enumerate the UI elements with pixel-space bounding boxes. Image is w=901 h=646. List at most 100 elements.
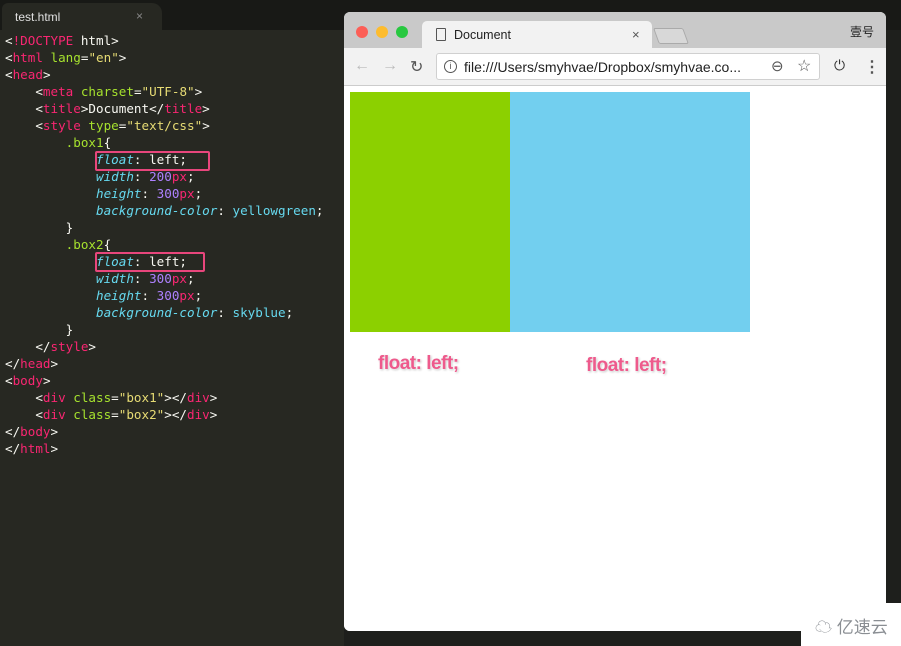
- code-token: !DOCTYPE: [12, 33, 74, 48]
- box2: [510, 92, 750, 332]
- code-token: >: [50, 356, 59, 371]
- code-line: <head>: [5, 66, 324, 83]
- code-line: <div class="box2"></div>: [5, 406, 324, 423]
- power-icon[interactable]: ⏻: [834, 57, 845, 74]
- code-token: <: [5, 84, 43, 99]
- code-line: <meta charset="UTF-8">: [5, 83, 324, 100]
- watermark-text: 亿速云: [836, 618, 888, 637]
- zoom-out-icon[interactable]: ⊖: [771, 57, 784, 75]
- code-token: px: [171, 169, 188, 184]
- editor-tab[interactable]: test.html ×: [2, 3, 162, 31]
- code-token: div: [187, 390, 210, 405]
- code-line: <body>: [5, 372, 324, 389]
- code-token: 200: [149, 169, 172, 184]
- close-window-icon[interactable]: [356, 26, 368, 38]
- code-line: <style type="text/css">: [5, 117, 324, 134]
- box1: [350, 92, 510, 332]
- code-line: </body>: [5, 423, 324, 440]
- menu-icon[interactable]: ⋮: [864, 57, 880, 77]
- code-token: html: [12, 50, 43, 65]
- code-token: ></: [164, 407, 188, 422]
- browser-titlebar: Document × 壹号: [344, 12, 886, 49]
- code-token: div: [42, 407, 66, 422]
- new-tab-button[interactable]: [653, 28, 689, 44]
- code-token: ;: [187, 271, 195, 286]
- code-token: ;: [187, 169, 195, 184]
- code-token: class: [65, 390, 112, 405]
- code-token: title: [164, 101, 203, 116]
- code-line: height: 300px;: [5, 185, 324, 202]
- code-token: style: [42, 118, 81, 133]
- code-token: .box2: [5, 237, 104, 252]
- code-token: >: [88, 339, 97, 354]
- code-token: ></: [164, 390, 188, 405]
- code-token: "UTF-8": [141, 84, 195, 99]
- code-token: >: [50, 441, 59, 456]
- tab-close-icon[interactable]: ×: [632, 27, 640, 42]
- highlight-box: [95, 151, 210, 171]
- code-token: px: [179, 288, 195, 303]
- reload-icon[interactable]: ↻: [410, 57, 423, 77]
- code-token: >: [118, 50, 127, 65]
- code-line: background-color: yellowgreen;: [5, 202, 324, 219]
- code-token: div: [42, 390, 66, 405]
- code-token: class: [65, 407, 112, 422]
- code-line: <title>Document</title>: [5, 100, 324, 117]
- code-token: </: [5, 441, 21, 456]
- watermark: ☁ 亿速云: [801, 603, 901, 646]
- code-token: ;: [285, 305, 294, 320]
- code-line: .box1{: [5, 134, 324, 151]
- code-token: >: [50, 424, 59, 439]
- code-token: :: [217, 203, 233, 218]
- code-token: background-color: [96, 305, 218, 320]
- code-token: body: [20, 424, 51, 439]
- code-token: px: [171, 271, 188, 286]
- code-line: height: 300px;: [5, 287, 324, 304]
- code-token: =: [111, 390, 119, 405]
- code-token: >: [209, 407, 218, 422]
- minimize-window-icon[interactable]: [376, 26, 388, 38]
- code-token: height: [96, 186, 142, 201]
- code-token: skyblue: [232, 305, 286, 320]
- info-icon[interactable]: i: [444, 60, 457, 73]
- code-token: width: [96, 271, 134, 286]
- code-area[interactable]: <!DOCTYPE html> <html lang="en"> <head> <m…: [5, 32, 324, 457]
- code-token: head: [12, 67, 43, 82]
- code-token: {: [103, 237, 112, 252]
- code-token: type: [80, 118, 119, 133]
- code-token: <: [5, 390, 43, 405]
- code-token: div: [187, 407, 210, 422]
- code-token: width: [96, 169, 134, 184]
- profile-name[interactable]: 壹号: [850, 23, 874, 40]
- code-line: </head>: [5, 355, 324, 372]
- code-line: <div class="box1"></div>: [5, 389, 324, 406]
- code-token: "en": [88, 50, 119, 65]
- maximize-window-icon[interactable]: [396, 26, 408, 38]
- code-token: =: [111, 407, 119, 422]
- close-icon[interactable]: ×: [136, 9, 143, 23]
- code-token: yellowgreen: [232, 203, 316, 218]
- back-icon[interactable]: ←: [354, 57, 370, 75]
- code-token: :: [133, 271, 150, 286]
- code-token: head: [20, 356, 51, 371]
- code-token: <: [5, 407, 43, 422]
- highlight-box: [95, 252, 205, 272]
- code-line: width: 300px;: [5, 270, 324, 287]
- code-line: .box2{: [5, 236, 324, 253]
- code-token: meta: [42, 84, 74, 99]
- code-line: background-color: skyblue;: [5, 304, 324, 321]
- document-icon: [436, 28, 446, 41]
- star-icon[interactable]: ☆: [797, 56, 811, 76]
- code-token: :: [217, 305, 233, 320]
- forward-icon[interactable]: →: [382, 57, 398, 75]
- code-token: =: [133, 84, 142, 99]
- code-token: >: [202, 101, 210, 116]
- address-bar[interactable]: i file:///Users/smyhvae/Dropbox/smyhvae.…: [436, 53, 820, 80]
- code-token: :: [133, 169, 150, 184]
- browser-tab[interactable]: Document ×: [422, 21, 652, 49]
- code-token: style: [50, 339, 89, 354]
